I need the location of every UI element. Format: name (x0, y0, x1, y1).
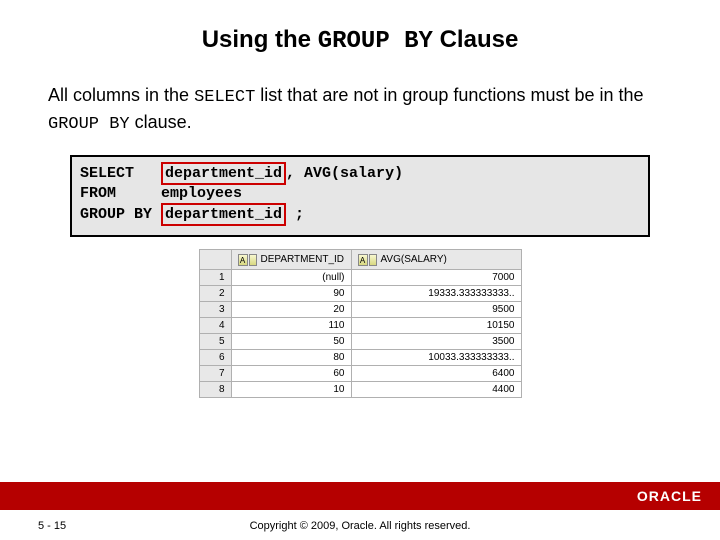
code-groupby-kw: GROUP BY (80, 206, 161, 223)
code-select-kw: SELECT (80, 165, 161, 182)
table-row: 68010033.333333333.. (199, 350, 521, 366)
title-mono: GROUP BY (318, 28, 433, 55)
cell-department-id: 90 (231, 286, 351, 302)
copyright: Copyright © 2009, Oracle. All rights res… (0, 520, 720, 532)
row-number: 7 (199, 366, 231, 382)
cell-avg-salary: 4400 (351, 382, 521, 398)
cell-department-id: 10 (231, 382, 351, 398)
header-department-id: A DEPARTMENT_ID (231, 250, 351, 270)
code-after-hl2: ; (286, 206, 304, 223)
row-number: 4 (199, 318, 231, 334)
header-rownum (199, 250, 231, 270)
row-number: 6 (199, 350, 231, 366)
row-number: 2 (199, 286, 231, 302)
table-row: 29019333.333333333.. (199, 286, 521, 302)
header-avg-salary: A AVG(SALARY) (351, 250, 521, 270)
cell-avg-salary: 10033.333333333.. (351, 350, 521, 366)
table-row: 3209500 (199, 302, 521, 318)
cell-department-id: 50 (231, 334, 351, 350)
code-after-hl1: , AVG(salary) (286, 165, 403, 182)
desc-text-1: All columns in the (48, 85, 194, 105)
desc-mono-2: GROUP BY (48, 115, 130, 134)
cell-department-id: 60 (231, 366, 351, 382)
table-row: 1(null)7000 (199, 270, 521, 286)
cell-avg-salary: 3500 (351, 334, 521, 350)
table-row: 8104400 (199, 382, 521, 398)
cell-avg-salary: 9500 (351, 302, 521, 318)
row-number: 1 (199, 270, 231, 286)
slide: Using the GROUP BY Clause All columns in… (0, 0, 720, 540)
header-col-2-label: AVG(SALARY) (381, 254, 447, 265)
column-icon: A (238, 254, 257, 266)
row-number: 5 (199, 334, 231, 350)
cell-department-id: 80 (231, 350, 351, 366)
footer-bar: ORACLE (0, 482, 720, 510)
desc-mono-1: SELECT (194, 88, 255, 107)
oracle-logo: ORACLE (637, 488, 702, 504)
result-container: A DEPARTMENT_ID A AVG(SALARY) 1(null)700… (40, 249, 680, 398)
desc-text-3: clause. (130, 112, 192, 132)
row-number: 8 (199, 382, 231, 398)
table-row: 411010150 (199, 318, 521, 334)
title-post: Clause (433, 26, 518, 53)
page-title: Using the GROUP BY Clause (40, 26, 680, 55)
cell-department-id: 20 (231, 302, 351, 318)
table-row: 7606400 (199, 366, 521, 382)
cell-avg-salary: 19333.333333333.. (351, 286, 521, 302)
code-highlight-2: department_id (161, 203, 286, 227)
cell-avg-salary: 6400 (351, 366, 521, 382)
title-pre: Using the (202, 26, 318, 53)
cell-avg-salary: 10150 (351, 318, 521, 334)
code-line-2: FROM employees (80, 185, 242, 202)
result-table: A DEPARTMENT_ID A AVG(SALARY) 1(null)700… (199, 249, 522, 398)
description: All columns in the SELECT list that are … (48, 83, 672, 137)
column-icon: A (358, 254, 377, 266)
header-col-1-label: DEPARTMENT_ID (261, 254, 345, 265)
table-row: 5503500 (199, 334, 521, 350)
sql-code-block: SELECT department_id, AVG(salary) FROM e… (70, 155, 650, 238)
code-highlight-1: department_id (161, 162, 286, 186)
result-tbody: 1(null)700029019333.333333333..320950041… (199, 270, 521, 398)
cell-avg-salary: 7000 (351, 270, 521, 286)
row-number: 3 (199, 302, 231, 318)
cell-department-id: (null) (231, 270, 351, 286)
cell-department-id: 110 (231, 318, 351, 334)
desc-text-2: list that are not in group functions mus… (255, 85, 643, 105)
